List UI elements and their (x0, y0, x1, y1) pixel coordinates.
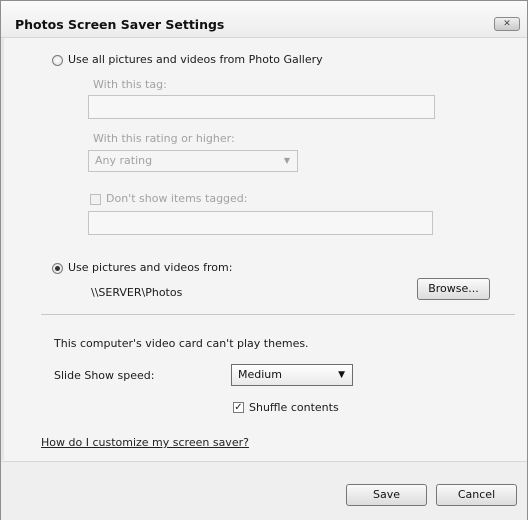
dont-show-checkbox[interactable] (90, 194, 101, 205)
window-title: Photos Screen Saver Settings (15, 17, 225, 32)
cancel-button[interactable]: Cancel (436, 484, 517, 506)
tag-label: With this tag: (93, 78, 167, 91)
rating-label: With this rating or higher: (93, 132, 235, 145)
close-button[interactable]: ✕ (494, 17, 520, 31)
checkmark-icon: ✓ (234, 402, 243, 413)
dont-show-input[interactable] (88, 211, 433, 235)
chevron-down-icon: ▼ (283, 156, 290, 165)
save-button[interactable]: Save (346, 484, 427, 506)
radio-use-folder[interactable] (52, 263, 63, 274)
shuffle-checkbox[interactable]: ✓ (233, 402, 244, 413)
radio-use-photo-gallery-label[interactable]: Use all pictures and videos from Photo G… (68, 53, 323, 66)
help-link[interactable]: How do I customize my screen saver? (41, 436, 249, 449)
chevron-down-icon: ▼ (338, 370, 345, 380)
themes-message: This computer's video card can't play th… (54, 337, 309, 350)
shuffle-label[interactable]: Shuffle contents (249, 401, 339, 414)
title-bar[interactable]: Photos Screen Saver Settings ✕ (1, 1, 527, 38)
rating-dropdown[interactable]: Any rating ▼ (88, 150, 298, 172)
window-edge (1, 38, 4, 460)
slide-show-speed-label: Slide Show speed: (54, 369, 155, 382)
section-divider (41, 314, 515, 315)
folder-path: \\SERVER\Photos (91, 286, 183, 299)
close-icon: ✕ (503, 19, 511, 29)
slide-show-speed-value: Medium (238, 368, 282, 381)
browse-button[interactable]: Browse... (417, 278, 490, 300)
radio-use-photo-gallery[interactable] (52, 55, 63, 66)
dialog-window: Photos Screen Saver Settings ✕ Use all p… (0, 0, 528, 520)
slide-show-speed-dropdown[interactable]: Medium ▼ (231, 364, 353, 386)
dialog-footer: Save Cancel (1, 461, 527, 520)
dont-show-label: Don't show items tagged: (106, 192, 248, 205)
radio-use-folder-label[interactable]: Use pictures and videos from: (68, 261, 232, 274)
rating-dropdown-value: Any rating (95, 154, 153, 167)
tag-input[interactable] (88, 95, 435, 119)
